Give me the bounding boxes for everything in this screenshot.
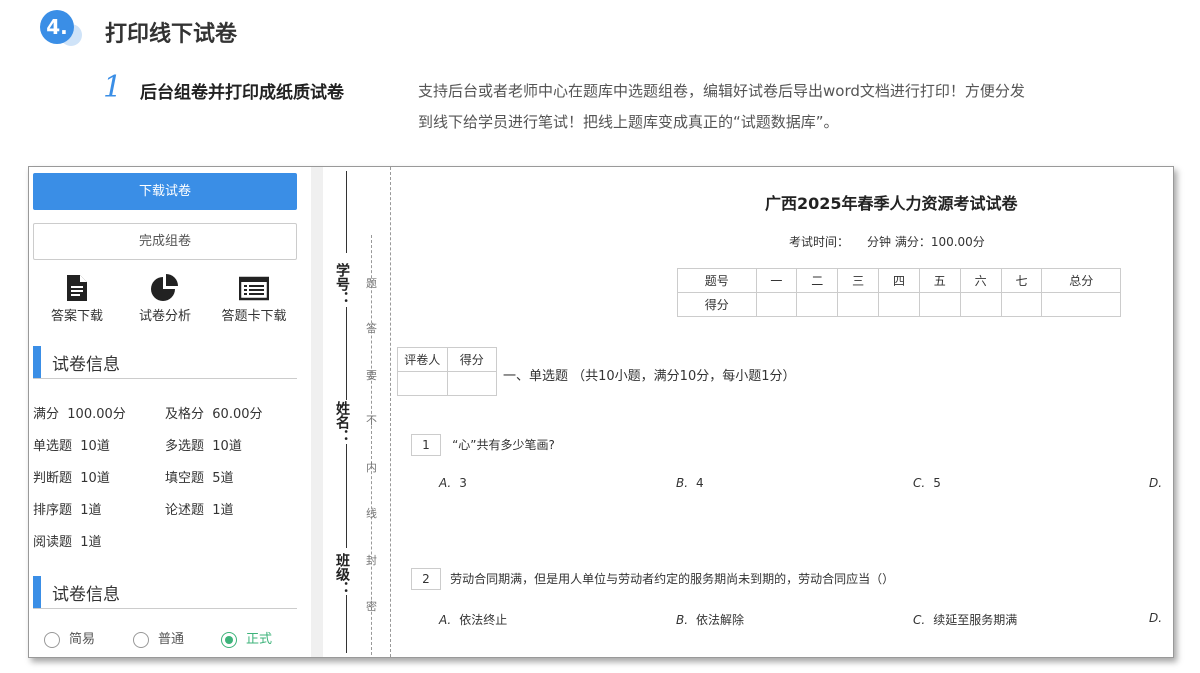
radio-circle-selected <box>221 631 237 648</box>
step-title: 后台组卷并打印成纸质试卷 <box>140 83 344 103</box>
info-true-false: 判断题 10道 <box>33 471 110 486</box>
option-d: D. <box>1149 611 1163 625</box>
score-table-header-row: 题号 一 二 三 四 五 六 七 总分 <box>677 268 1121 293</box>
info-reading: 阅读题 1道 <box>33 535 102 550</box>
score-cell: 四 <box>878 268 920 293</box>
pie-chart-icon <box>151 274 178 301</box>
seal-char: 不 <box>366 414 377 427</box>
info-pass-score: 及格分 60.00分 <box>165 407 263 422</box>
binding-line <box>346 171 347 253</box>
grader-table: 评卷人 得分 <box>397 347 497 396</box>
score-cell: 一 <box>755 268 798 293</box>
seal-char: 要 <box>366 369 377 382</box>
exam-editor-screenshot: 下载试卷 完成组卷 答案下载 试卷分析 答题卡下载 试卷信息 满分 100.00… <box>28 166 1174 658</box>
answer-download-tool[interactable]: 答案下载 <box>37 273 117 324</box>
seal-char: 题 <box>366 277 377 290</box>
exam-paper-title: 广西2025年春季人力资源考试试卷 <box>765 194 1018 213</box>
score-cell: 三 <box>837 268 880 293</box>
seal-char: 线 <box>366 507 377 520</box>
class-label: 班级： <box>334 553 350 595</box>
answer-card-download-label: 答题卡下载 <box>221 309 287 324</box>
info-full-score: 满分 100.00分 <box>33 407 126 422</box>
score-cell: 总分 <box>1041 268 1121 293</box>
option-a: A. 依法终止 <box>439 613 508 627</box>
name-label: 姓名： <box>334 401 350 443</box>
option-b: B. 4 <box>676 476 704 490</box>
exam-paper-subtitle: 考试时间： 分钟 满分：100.00分 <box>789 235 985 249</box>
page-margin-line <box>390 167 391 657</box>
info-multiple-choice: 多选题 10道 <box>165 439 242 454</box>
question-text: 劳动合同期满，但是用人单位与劳动者约定的服务期尚未到期的，劳动合同应当（） <box>450 572 895 586</box>
exam-type-normal-radio[interactable]: 普通 <box>133 628 184 648</box>
seal-char: 密 <box>366 600 377 613</box>
score-cell: 二 <box>796 268 839 293</box>
score-cell: 题号 <box>677 268 757 293</box>
section-heading: 一、单选题 （共10小题，满分10分，每小题1分） <box>503 369 796 384</box>
step-description: 支持后台或者老师中心在题库中选题组卷，编辑好试卷后导出word文档进行打印！方便… <box>418 76 1158 138</box>
heading-accent-bar <box>33 576 41 608</box>
question-number: 2 <box>411 568 441 590</box>
exam-type-simple-radio[interactable]: 简易 <box>44 628 95 648</box>
radio-circle <box>133 631 149 648</box>
finish-exam-button[interactable]: 完成组卷 <box>33 223 297 260</box>
exam-type-heading-text: 试卷信息 <box>52 585 120 605</box>
question-2: 2 劳动合同期满，但是用人单位与劳动者约定的服务期尚未到期的，劳动合同应当（） <box>411 568 894 590</box>
option-a: A. 3 <box>439 476 467 490</box>
option-b: B. 依法解除 <box>676 613 745 627</box>
list-card-icon <box>239 276 269 301</box>
step-description-line-2: 到线下给学员进行笔试！把线上题库变成真正的“试题数据库”。 <box>418 113 839 131</box>
binding-line <box>346 307 347 400</box>
score-table-score-row: 得分 <box>677 292 1121 317</box>
option-c: C. 续延至服务期满 <box>913 613 1018 627</box>
question-1: 1 “心”共有多少笔画? <box>411 434 555 456</box>
panel-divider <box>311 167 323 657</box>
answer-download-label: 答案下载 <box>50 309 103 324</box>
score-row-label: 得分 <box>677 292 757 317</box>
exam-analysis-tool[interactable]: 试卷分析 <box>125 273 205 324</box>
score-table: 题号 一 二 三 四 五 六 七 总分 得分 <box>677 268 1121 317</box>
heading-accent-bar <box>33 346 41 378</box>
info-single-choice: 单选题 10道 <box>33 439 110 454</box>
info-fill-blank: 填空题 5道 <box>165 471 234 486</box>
score-cell: 六 <box>959 268 1002 293</box>
radio-circle <box>44 631 60 648</box>
document-icon <box>67 275 87 301</box>
sidebar: 下载试卷 完成组卷 答案下载 试卷分析 答题卡下载 试卷信息 满分 100.00… <box>29 167 307 657</box>
exam-info-heading-text: 试卷信息 <box>52 355 120 375</box>
option-c: C. 5 <box>913 476 941 490</box>
seal-char: 答 <box>366 322 377 335</box>
info-ordering: 排序题 1道 <box>33 503 102 518</box>
exam-info-heading: 试卷信息 <box>33 346 297 379</box>
step-description-line-1: 支持后台或者老师中心在题库中选题组卷，编辑好试卷后导出word文档进行打印！方便… <box>418 82 1025 100</box>
score-cell: 七 <box>1000 268 1043 293</box>
exam-type-formal-radio[interactable]: 正式 <box>221 628 272 648</box>
question-text: “心”共有多少笔画? <box>452 438 555 452</box>
question-number: 1 <box>411 434 441 456</box>
seal-char: 内 <box>366 461 377 474</box>
section-number-badge: 4. <box>40 10 74 44</box>
answer-card-download-tool[interactable]: 答题卡下载 <box>214 273 294 324</box>
binding-line <box>346 595 347 653</box>
exam-type-heading: 试卷信息 <box>33 576 297 609</box>
seal-dashed-line <box>371 235 372 655</box>
info-essay: 论述题 1道 <box>165 503 234 518</box>
exam-analysis-label: 试卷分析 <box>138 309 191 324</box>
score-cell: 五 <box>918 268 961 293</box>
option-d: D. <box>1149 476 1163 490</box>
seal-char: 封 <box>366 554 377 567</box>
section-title: 打印线下试卷 <box>105 22 238 47</box>
binding-line <box>346 444 347 548</box>
grader-cell: 评卷人 <box>397 347 448 372</box>
step-number: 1 <box>103 70 123 105</box>
grader-score-cell: 得分 <box>446 347 497 372</box>
student-id-label: 学号： <box>334 263 350 305</box>
download-exam-button[interactable]: 下载试卷 <box>33 173 297 210</box>
